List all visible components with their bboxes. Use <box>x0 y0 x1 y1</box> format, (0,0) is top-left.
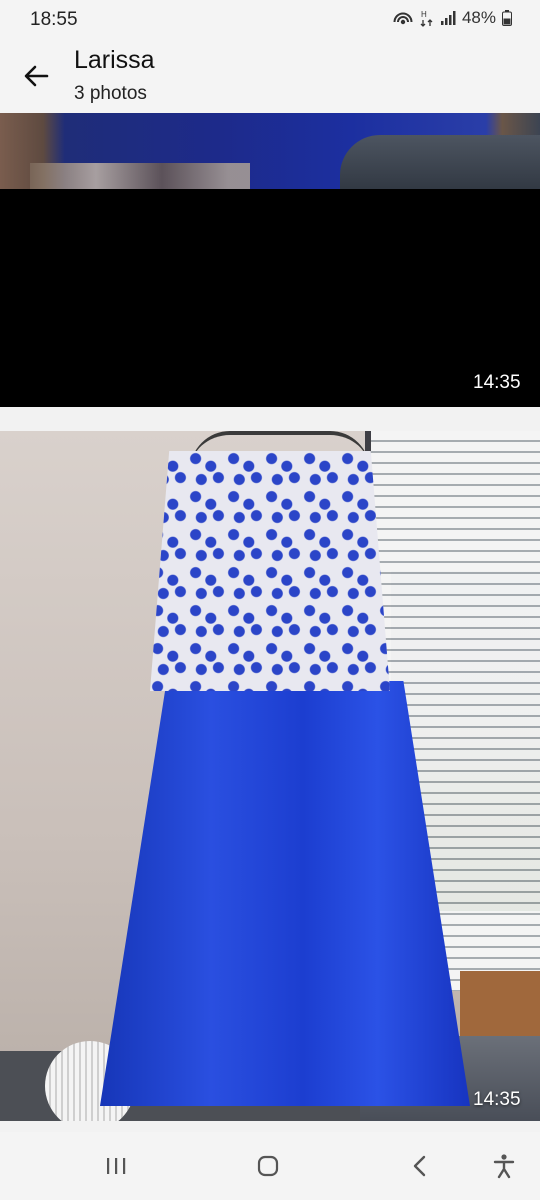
back-button[interactable] <box>16 56 56 96</box>
photo-feed[interactable]: 14:35 14:35 <box>0 113 540 1132</box>
back-chevron-icon <box>413 1155 426 1177</box>
status-bar: 18:55 H 48% <box>0 0 540 40</box>
home-icon <box>257 1155 279 1177</box>
status-time: 18:55 <box>30 9 78 30</box>
navigation-bar <box>0 1132 540 1200</box>
album-title: Larissa <box>74 46 155 74</box>
photo-item[interactable]: 14:35 <box>0 431 540 1121</box>
photo-detail <box>340 135 540 189</box>
recents-button[interactable] <box>94 1146 138 1186</box>
photo-thumbnail <box>0 113 540 189</box>
photo-count: 3 photos <box>74 83 147 104</box>
svg-text:H: H <box>421 10 427 19</box>
app-bar: Larissa 3 photos <box>0 40 540 113</box>
signal-icon <box>440 11 456 25</box>
status-icons: H 48% <box>392 8 512 28</box>
photo-detail <box>460 971 540 1041</box>
photo-item[interactable]: 14:35 <box>0 113 540 407</box>
photo-timestamp: 14:35 <box>473 372 521 393</box>
photo-timestamp: 14:35 <box>473 1089 521 1110</box>
battery-icon <box>502 10 512 26</box>
nav-back-button[interactable] <box>398 1146 442 1186</box>
home-button[interactable] <box>246 1146 290 1186</box>
dress-bodice <box>150 451 390 691</box>
mobile-data-icon: H <box>420 10 433 27</box>
hotspot-icon <box>393 12 413 25</box>
battery-percent: 48% <box>461 8 496 27</box>
accessibility-button[interactable] <box>482 1146 526 1186</box>
photo-detail <box>30 163 250 189</box>
recents-icon <box>107 1158 126 1174</box>
back-arrow-icon <box>24 65 49 87</box>
accessibility-icon <box>493 1154 515 1179</box>
